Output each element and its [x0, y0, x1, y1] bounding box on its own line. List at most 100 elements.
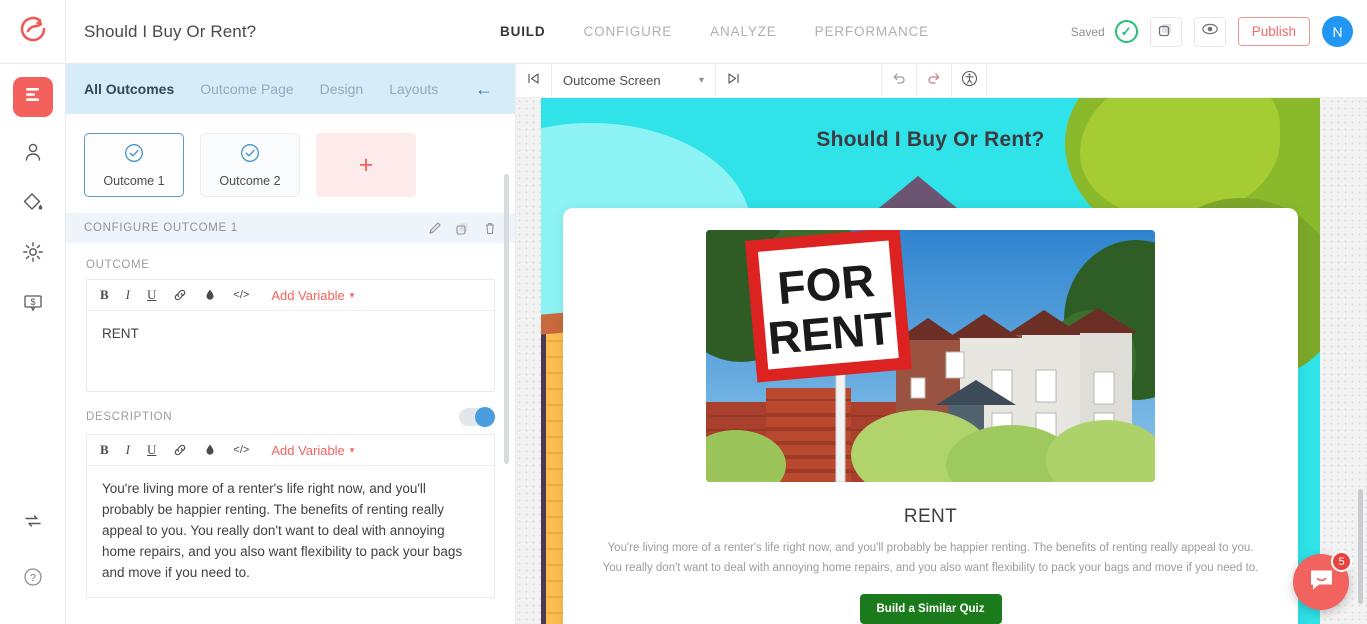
check-circle-icon — [123, 142, 145, 169]
panel-back-arrow-icon[interactable]: ← — [475, 80, 493, 98]
chat-unread-badge: 5 — [1331, 551, 1352, 572]
undo-button[interactable] — [882, 64, 917, 97]
app-root: Should I Buy Or Rent? BUILD CONFIGURE AN… — [0, 0, 1367, 624]
duplicate-icon[interactable] — [455, 221, 470, 236]
add-variable-button[interactable]: Add Variable ▾ — [271, 443, 354, 458]
underline-button[interactable]: U — [147, 442, 156, 458]
help-icon: ? — [22, 566, 44, 593]
rail-item-sync[interactable] — [13, 503, 53, 543]
description-field-label: DESCRIPTION — [86, 411, 173, 423]
chat-launcher[interactable]: 5 — [1293, 551, 1352, 610]
add-outcome-button[interactable]: + — [316, 133, 416, 197]
redo-icon — [926, 70, 942, 91]
description-toggle[interactable] — [459, 407, 495, 427]
accessibility-button[interactable] — [952, 64, 987, 97]
chat-bubble-icon — [1308, 566, 1335, 598]
skip-to-last-button[interactable] — [716, 64, 751, 97]
link-icon[interactable] — [173, 288, 187, 302]
saved-status-label: Saved — [1070, 24, 1105, 39]
text-color-icon[interactable] — [204, 288, 216, 302]
duplicate-button[interactable] — [1149, 16, 1182, 47]
rail-item-help[interactable]: ? — [13, 559, 53, 599]
rail-item-settings[interactable] — [13, 234, 53, 274]
canvas-scrollbar[interactable] — [1358, 489, 1363, 604]
rail-item-audience[interactable] — [13, 134, 53, 174]
description-field-label-row: DESCRIPTION — [86, 407, 495, 427]
build-similar-quiz-button[interactable]: Build a Similar Quiz — [859, 594, 1002, 624]
preview-title: Should I Buy Or Rent? — [816, 128, 1045, 151]
panel-tab-design[interactable]: Design — [320, 81, 364, 97]
outcome-card-2[interactable]: Outcome 2 — [200, 133, 300, 197]
app-header: Should I Buy Or Rent? BUILD CONFIGURE AN… — [0, 0, 1367, 64]
outcome-text-input[interactable]: RENT — [87, 311, 494, 391]
code-button[interactable]: </> — [233, 289, 249, 301]
avatar[interactable]: N — [1322, 16, 1353, 47]
bold-button[interactable]: B — [100, 442, 109, 458]
skip-to-first-icon — [526, 71, 541, 91]
description-rte-toolbar: B I U </> Add Variable ▾ — [87, 435, 494, 466]
screen-select[interactable]: Outcome Screen ▾ — [551, 64, 716, 97]
accessibility-icon — [961, 70, 978, 92]
outcome-field-label: OUTCOME — [86, 259, 150, 271]
outcomes-panel: All Outcomes Outcome Page Design Layouts… — [66, 64, 516, 624]
configure-outcome-header: CONFIGURE OUTCOME 1 — [66, 213, 515, 243]
canvas-toolbar: Outcome Screen ▾ — [516, 64, 1367, 98]
underline-button[interactable]: U — [147, 287, 156, 303]
panel-scrollbar[interactable] — [504, 174, 509, 464]
nav-tab-performance[interactable]: PERFORMANCE — [815, 24, 929, 39]
chevron-down-icon: ▾ — [349, 289, 355, 300]
svg-text:?: ? — [30, 572, 36, 584]
screen-select-value: Outcome Screen — [563, 73, 661, 88]
description-rich-text-editor: B I U </> Add Variable ▾ You're living m… — [86, 434, 495, 598]
add-variable-label: Add Variable — [271, 287, 345, 303]
code-button[interactable]: </> — [233, 444, 249, 456]
preview-button[interactable] — [1193, 16, 1226, 47]
redo-button[interactable] — [917, 64, 952, 97]
undo-icon — [891, 70, 907, 91]
add-variable-button[interactable]: Add Variable ▾ — [271, 288, 354, 303]
italic-button[interactable]: I — [126, 442, 130, 458]
outcome-card-list: Outcome 1 Outcome 2 + — [66, 114, 515, 213]
edit-pencil-icon[interactable] — [428, 221, 442, 235]
panel-tab-layouts[interactable]: Layouts — [389, 81, 438, 97]
brand-logo[interactable] — [0, 0, 66, 63]
configure-outcome-actions — [428, 221, 497, 236]
header-actions: Saved ✓ Publish N — [1071, 0, 1353, 63]
nav-tab-configure[interactable]: CONFIGURE — [584, 24, 673, 39]
duplicate-icon — [1157, 21, 1174, 43]
rail-item-design[interactable] — [13, 184, 53, 224]
skip-to-first-button[interactable] — [516, 64, 551, 97]
chevron-down-icon: ▾ — [349, 444, 355, 455]
rail-item-content[interactable] — [12, 77, 53, 117]
configure-outcome-title: CONFIGURE OUTCOME 1 — [84, 222, 238, 234]
outcome-field-label-row: OUTCOME — [86, 259, 495, 271]
trash-icon[interactable] — [483, 221, 497, 235]
description-field-block: DESCRIPTION B I U </> Add Variable ▾ You… — [66, 392, 515, 598]
result-card: FOR RENT RENT You're living more of a re… — [563, 208, 1298, 624]
link-icon[interactable] — [173, 443, 187, 457]
panel-tab-all-outcomes[interactable]: All Outcomes — [84, 81, 174, 97]
outcome-field-block: OUTCOME B I U </> Add Variable ▾ RENT — [66, 243, 515, 392]
svg-text:$: $ — [30, 297, 35, 307]
italic-button[interactable]: I — [126, 287, 130, 303]
canvas-stage: Should I Buy Or Rent? FOR RENT RENT You'… — [516, 98, 1367, 624]
text-color-icon[interactable] — [204, 443, 216, 457]
left-icon-rail: $ ? — [0, 64, 66, 624]
panel-tab-outcome-page[interactable]: Outcome Page — [200, 81, 293, 97]
panel-tab-bar: All Outcomes Outcome Page Design Layouts… — [66, 64, 515, 114]
publish-button[interactable]: Publish — [1237, 17, 1310, 46]
person-icon — [22, 141, 44, 168]
outcome-card-1-label: Outcome 1 — [103, 174, 165, 188]
add-variable-label: Add Variable — [271, 442, 345, 458]
chevron-down-icon: ▾ — [698, 75, 704, 86]
plus-icon: + — [358, 150, 374, 179]
quiz-preview: Should I Buy Or Rent? FOR RENT RENT You'… — [541, 98, 1320, 624]
nav-tab-analyze[interactable]: ANALYZE — [710, 24, 776, 39]
outcome-card-1[interactable]: Outcome 1 — [84, 133, 184, 197]
description-text-input[interactable]: You're living more of a renter's life ri… — [87, 466, 494, 597]
bold-button[interactable]: B — [100, 287, 109, 303]
rail-item-pricing[interactable]: $ — [13, 284, 53, 324]
nav-tab-build[interactable]: BUILD — [500, 24, 546, 39]
main-nav: BUILD CONFIGURE ANALYZE PERFORMANCE — [500, 0, 929, 63]
brand-logo-icon — [16, 12, 50, 51]
